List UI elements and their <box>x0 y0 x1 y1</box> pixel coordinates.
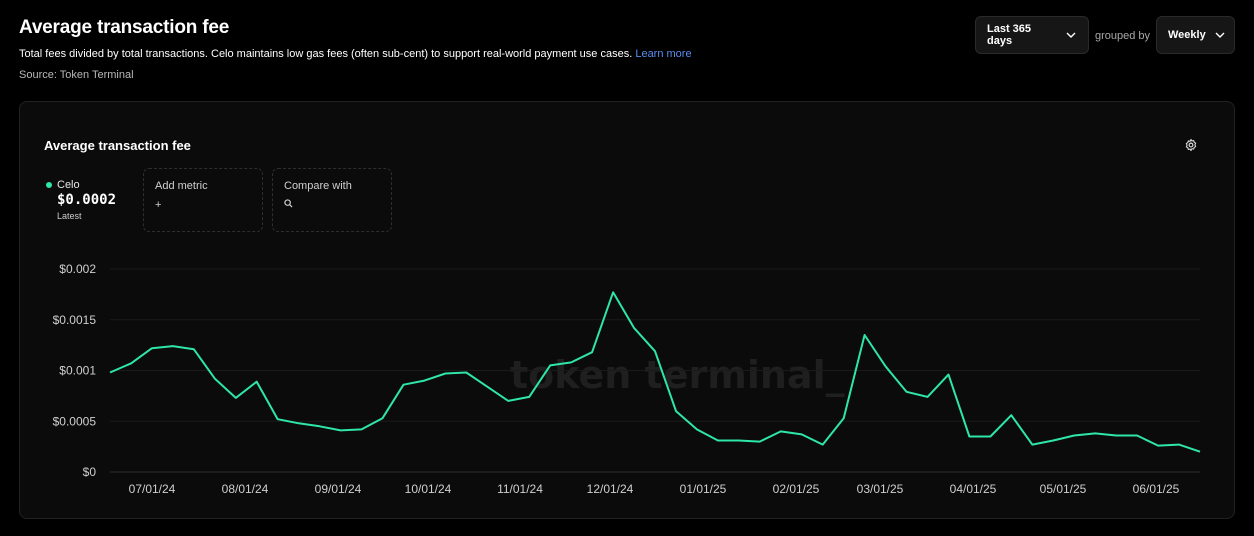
page-title: Average transaction fee <box>19 17 230 38</box>
page-description: Total fees divided by total transactions… <box>19 48 692 60</box>
grouped-by-label: grouped by <box>1095 30 1151 42</box>
line-chart: token terminal_ $0 $0.0005 $0.001 $0.0015 $0… <box>53 262 1201 496</box>
x-tick-label: 11/01/24 <box>497 482 543 496</box>
x-tick-label: 05/01/25 <box>1040 482 1087 496</box>
description-text: Total fees divided by total transactions… <box>19 48 633 60</box>
time-range-select[interactable]: Last 365 days <box>975 16 1089 54</box>
x-tick-label: 09/01/24 <box>315 482 362 496</box>
source-text: Source: Token Terminal <box>19 69 134 81</box>
chart-card: Average transaction fee Celo $0.0002 Lat… <box>19 101 1235 519</box>
y-tick-label: $0.0005 <box>53 414 97 428</box>
x-tick-label: 07/01/24 <box>129 482 176 496</box>
y-tick-label: $0 <box>83 465 97 479</box>
chevron-down-icon <box>1214 29 1226 41</box>
watermark: token terminal_ <box>510 353 845 397</box>
x-tick-label: 06/01/25 <box>1133 482 1180 496</box>
x-tick-label: 01/01/25 <box>680 482 727 496</box>
y-tick-label: $0.0015 <box>53 313 97 327</box>
x-tick-label: 12/01/24 <box>587 482 634 496</box>
x-tick-label: 02/01/25 <box>773 482 820 496</box>
grouping-label: Weekly <box>1168 29 1206 41</box>
x-tick-label: 10/01/24 <box>405 482 452 496</box>
y-tick-label: $0.001 <box>59 364 96 378</box>
y-tick-label: $0.002 <box>59 262 96 276</box>
x-tick-label: 04/01/25 <box>950 482 997 496</box>
time-range-label: Last 365 days <box>987 23 1032 47</box>
x-tick-label: 08/01/24 <box>222 482 269 496</box>
learn-more-link[interactable]: Learn more <box>635 48 691 60</box>
grouping-select[interactable]: Weekly <box>1156 16 1235 54</box>
chevron-down-icon <box>1065 29 1077 41</box>
x-tick-label: 03/01/25 <box>857 482 904 496</box>
